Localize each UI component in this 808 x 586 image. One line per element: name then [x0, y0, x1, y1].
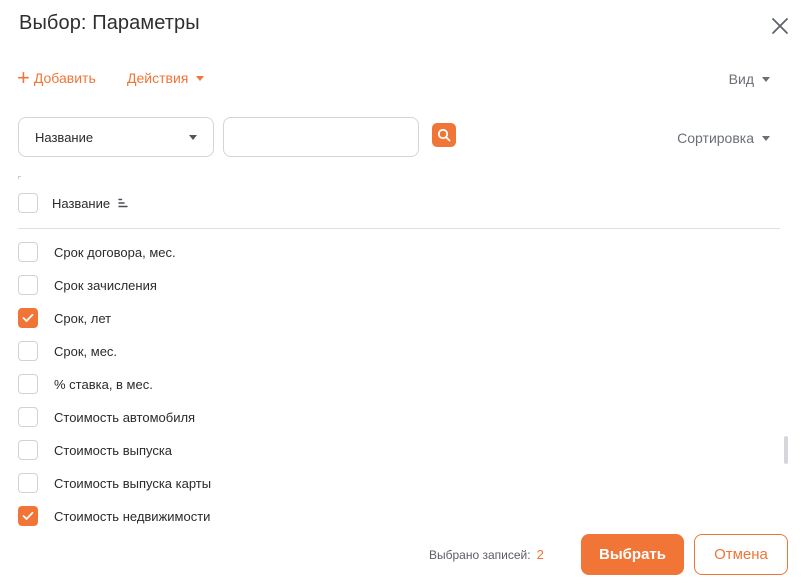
sort-icon[interactable]: [118, 198, 128, 208]
list-item[interactable]: Стоимость автомобиля: [18, 407, 758, 440]
chevron-down-icon: [762, 136, 770, 141]
sort-dropdown[interactable]: Сортировка: [677, 130, 770, 146]
search-field-select[interactable]: Название: [18, 117, 214, 157]
row-label: Срок зачисления: [54, 278, 157, 293]
records-list: Срок договора, мес. Срок зачисления Срок, …: [18, 242, 758, 539]
chevron-down-icon: [189, 135, 197, 140]
selected-count-value: 2: [536, 547, 544, 562]
plus-icon: +: [17, 65, 30, 90]
selected-count-label: Выбрано записей:: [429, 547, 531, 562]
table-header: Название: [18, 193, 128, 213]
sort-label: Сортировка: [677, 130, 754, 146]
chevron-down-icon: [762, 77, 770, 82]
actions-label: Действия: [127, 70, 189, 86]
column-header-name: Название: [52, 195, 111, 211]
row-label: Срок договора, мес.: [54, 245, 176, 260]
add-button[interactable]: + Добавить: [17, 65, 96, 90]
list-item[interactable]: Стоимость выпуска: [18, 440, 758, 473]
search-icon: [437, 128, 451, 142]
check-icon: [22, 313, 34, 322]
row-checkbox[interactable]: [18, 374, 38, 394]
list-item[interactable]: Срок договора, мес.: [18, 242, 758, 275]
row-checkbox[interactable]: [18, 275, 38, 295]
add-label: Добавить: [33, 70, 96, 86]
list-item[interactable]: Стоимость выпуска карты: [18, 473, 758, 506]
cancel-button[interactable]: Отмена: [694, 534, 788, 575]
check-icon: [22, 511, 34, 520]
row-label: Стоимость выпуска карты: [54, 476, 212, 491]
select-button[interactable]: Выбрать: [581, 534, 684, 575]
row-checkbox[interactable]: [18, 242, 38, 262]
row-checkbox[interactable]: [18, 341, 38, 361]
row-label: Стоимость автомобиля: [54, 410, 196, 425]
row-label: Срок, лет: [54, 311, 112, 326]
row-label: Срок, мес.: [54, 344, 118, 359]
search-button[interactable]: [432, 123, 456, 147]
search-input[interactable]: [223, 117, 419, 157]
select-all-checkbox[interactable]: [18, 193, 38, 213]
chevron-down-icon: [196, 76, 205, 81]
resize-corner-mark: [18, 176, 21, 179]
row-checkbox[interactable]: [18, 308, 38, 328]
list-item[interactable]: Срок, лет: [18, 308, 758, 341]
search-field-value: Название: [35, 129, 94, 145]
selected-count: Выбрано записей: 2: [429, 547, 544, 562]
dialog-title: Выбор: Параметры: [19, 12, 200, 34]
view-label: Вид: [728, 71, 754, 87]
header-divider: [18, 228, 780, 229]
row-label: Стоимость недвижимости: [54, 509, 211, 524]
row-label: % ставка, в мес.: [54, 377, 153, 392]
row-checkbox[interactable]: [18, 506, 38, 526]
view-dropdown[interactable]: Вид: [729, 71, 770, 87]
close-icon[interactable]: [768, 14, 792, 38]
row-checkbox[interactable]: [18, 473, 38, 493]
row-checkbox[interactable]: [18, 440, 38, 460]
actions-dropdown[interactable]: Действия: [127, 70, 205, 86]
row-checkbox[interactable]: [18, 407, 38, 427]
scrollbar-thumb[interactable]: [784, 436, 788, 464]
row-label: Стоимость выпуска: [54, 443, 173, 458]
list-item[interactable]: Срок, мес.: [18, 341, 758, 374]
list-item[interactable]: Срок зачисления: [18, 275, 758, 308]
list-item[interactable]: % ставка, в мес.: [18, 374, 758, 407]
